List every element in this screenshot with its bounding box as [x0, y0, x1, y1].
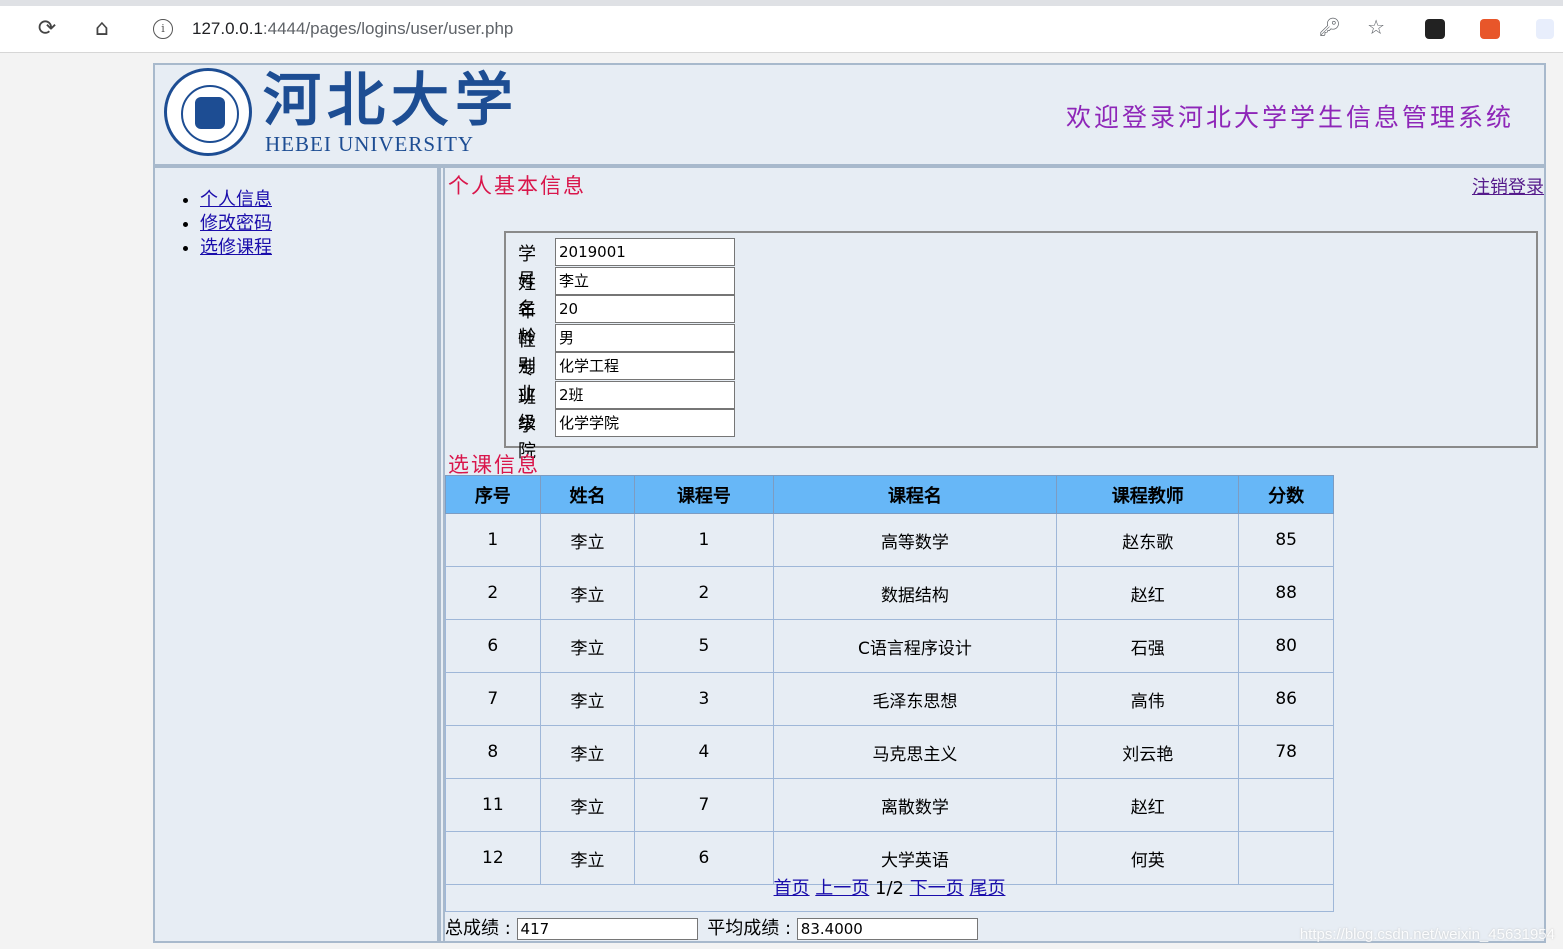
table-row: 8 李立 4 马克思主义 刘云艳 78	[445, 725, 1334, 779]
table-cell: 赵红	[1056, 778, 1240, 832]
table-cell: 毛泽东思想	[772, 672, 1058, 726]
age-field[interactable]: 20	[555, 295, 735, 323]
extension-c-icon[interactable]	[1480, 19, 1500, 39]
table-cell: 石强	[1056, 619, 1240, 673]
reload-icon[interactable]: ⟳	[34, 16, 60, 42]
column-header: 序号	[445, 475, 541, 514]
table-cell: 高伟	[1056, 672, 1240, 726]
nav-link-change-password[interactable]: 修改密码	[200, 213, 272, 234]
site-header: 河北大学 HEBEI UNIVERSITY 欢迎登录河北大学学生信息管理系统	[155, 65, 1544, 168]
table-cell: 数据结构	[772, 566, 1058, 620]
column-header: 分数	[1238, 475, 1334, 514]
extension-arrow-icon[interactable]	[1536, 19, 1554, 39]
browser-toolbar: ⟳ ⌂ i 127.0.0.1:4444/pages/logins/user/u…	[0, 6, 1563, 53]
table-cell: 7	[634, 778, 774, 832]
page-indicator: 1/2	[875, 878, 904, 899]
table-cell: 5	[634, 619, 774, 673]
table-cell: 4	[634, 725, 774, 779]
table-cell: 7	[445, 672, 541, 726]
column-header: 课程教师	[1056, 475, 1240, 514]
bookmark-star-icon[interactable]: ☆	[1367, 15, 1385, 39]
gender-field[interactable]: 男	[555, 324, 735, 352]
home-icon[interactable]: ⌂	[89, 16, 115, 42]
table-cell: 李立	[539, 725, 636, 779]
logo-chinese: 河北大学	[263, 66, 520, 134]
table-cell: 赵红	[1056, 566, 1240, 620]
table-cell: 2	[445, 566, 541, 620]
table-row: 7 李立 3 毛泽东思想 高伟 86	[445, 672, 1334, 726]
class-field[interactable]: 2班	[555, 381, 735, 409]
major-field[interactable]: 化学工程	[555, 352, 735, 380]
table-cell: 85	[1238, 513, 1334, 567]
prev-page-link[interactable]: 上一页	[815, 878, 869, 899]
table-cell	[1238, 778, 1334, 832]
pagination: 首页 上一页 1/2 下一页 尾页	[445, 868, 1334, 912]
score-summary: 总成绩 : 417 平均成绩 : 83.4000	[445, 914, 978, 940]
table-cell: 马克思主义	[772, 725, 1058, 779]
college-field[interactable]: 化学学院	[555, 409, 735, 437]
table-row: 2 李立 2 数据结构 赵红 88	[445, 566, 1334, 620]
table-cell: 李立	[539, 566, 636, 620]
table-row: 11 李立 7 离散数学 赵红	[445, 778, 1334, 832]
student-id-field[interactable]: 2019001	[555, 238, 735, 266]
site-info-icon[interactable]: i	[153, 19, 173, 39]
table-cell: 李立	[539, 672, 636, 726]
page-frame: 河北大学 HEBEI UNIVERSITY 欢迎登录河北大学学生信息管理系统 个…	[153, 63, 1546, 943]
table-cell: 86	[1238, 672, 1334, 726]
table-cell: 赵东歌	[1056, 513, 1240, 567]
personal-info-box: 学号 2019001 姓名 李立 年龄 20 性别 男 专业 化学工程 班级 2…	[504, 231, 1538, 462]
table-header-row: 序号 姓名 课程号 课程名 课程教师 分数	[445, 475, 1334, 514]
table-cell: 2	[634, 566, 774, 620]
total-score-label: 总成绩 :	[445, 918, 511, 939]
average-score-label: 平均成绩 :	[707, 918, 792, 939]
table-cell: 1	[445, 513, 541, 567]
first-page-link[interactable]: 首页	[774, 878, 810, 899]
next-page-link[interactable]: 下一页	[910, 878, 964, 899]
table-cell: C语言程序设计	[772, 619, 1058, 673]
name-field[interactable]: 李立	[555, 267, 735, 295]
average-score-field[interactable]: 83.4000	[796, 918, 978, 940]
column-header: 课程名	[772, 475, 1058, 514]
address-bar[interactable]: i 127.0.0.1:4444/pages/logins/user/user.…	[137, 11, 1399, 47]
table-cell: 3	[634, 672, 774, 726]
extension-icon[interactable]	[1425, 19, 1445, 39]
table-row: 6 李立 5 C语言程序设计 石强 80	[445, 619, 1334, 673]
table-cell: 78	[1238, 725, 1334, 779]
university-seal-icon	[164, 68, 252, 156]
table-cell: 11	[445, 778, 541, 832]
sidebar: 个人信息 修改密码 选修课程	[155, 168, 441, 943]
table-cell: 88	[1238, 566, 1334, 620]
table-cell: 李立	[539, 513, 636, 567]
info-section-title: 个人基本信息	[448, 174, 586, 198]
sidebar-item-elective-courses: 选修课程	[200, 236, 272, 260]
last-page-link[interactable]: 尾页	[969, 878, 1005, 899]
table-cell: 80	[1238, 619, 1334, 673]
nav-link-elective-courses[interactable]: 选修课程	[200, 237, 272, 258]
table-cell: 6	[445, 619, 541, 673]
column-header: 姓名	[539, 475, 636, 514]
logout-link[interactable]: 注销登录	[1472, 173, 1544, 199]
key-icon[interactable]: 🔑︎	[1318, 17, 1341, 38]
main-content: 个人基本信息 注销登录 学号 2019001 姓名 李立 年龄 20 性别 男 …	[443, 168, 1546, 943]
sidebar-item-change-password: 修改密码	[200, 212, 272, 236]
url-text[interactable]: 127.0.0.1:4444/pages/logins/user/user.ph…	[192, 19, 513, 39]
total-score-field[interactable]: 417	[516, 918, 698, 940]
course-table: 序号 姓名 课程号 课程名 课程教师 分数 1 李立 1 高等数学 赵东歌 85	[445, 475, 1334, 885]
logo-english: HEBEI UNIVERSITY	[265, 132, 475, 156]
table-cell: 李立	[539, 619, 636, 673]
watermark: https://blog.csdn.net/weixin_45631954	[1299, 926, 1555, 943]
table-cell: 离散数学	[772, 778, 1058, 832]
table-cell: 高等数学	[772, 513, 1058, 567]
column-header: 课程号	[634, 475, 774, 514]
table-cell: 8	[445, 725, 541, 779]
table-cell: 刘云艳	[1056, 725, 1240, 779]
table-cell: 1	[634, 513, 774, 567]
table-cell: 李立	[539, 778, 636, 832]
nav-link-personal-info[interactable]: 个人信息	[200, 189, 272, 210]
sidebar-item-personal-info: 个人信息	[200, 188, 272, 212]
table-row: 1 李立 1 高等数学 赵东歌 85	[445, 513, 1334, 567]
welcome-banner: 欢迎登录河北大学学生信息管理系统	[1065, 103, 1514, 132]
